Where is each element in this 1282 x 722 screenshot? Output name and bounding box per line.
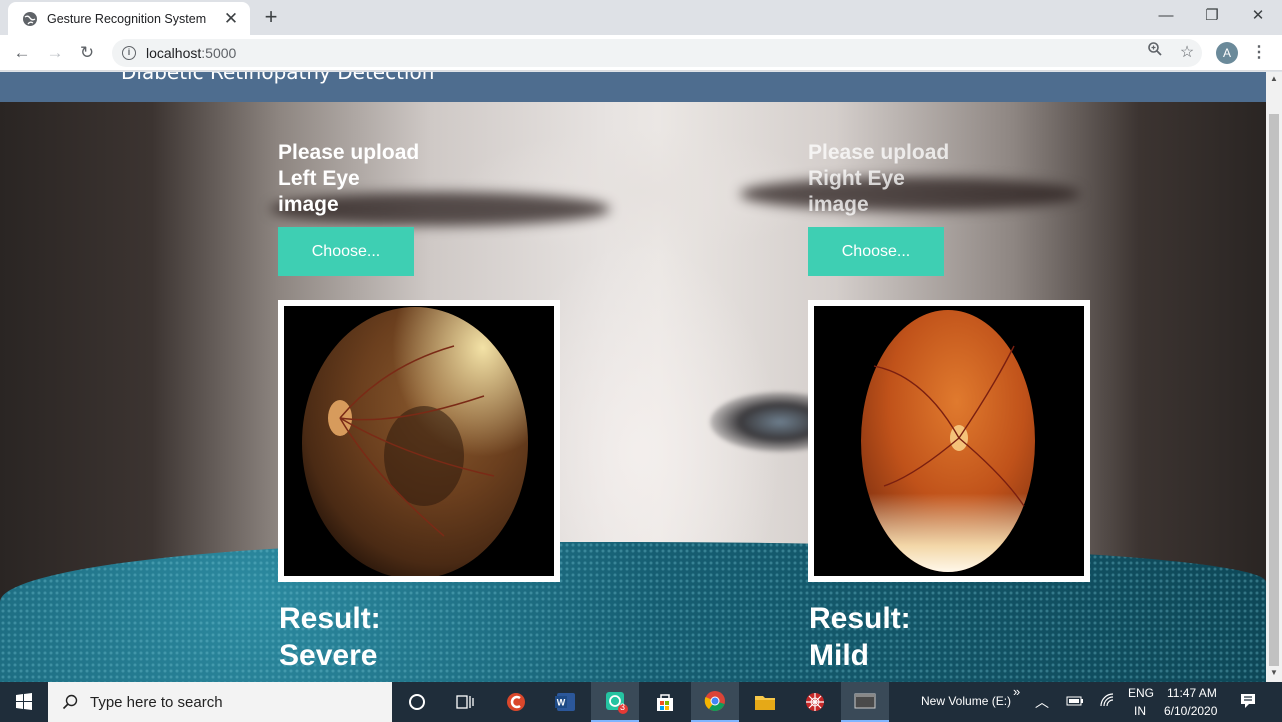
lang-bottom[interactable]: IN — [1134, 704, 1146, 718]
left-fundus-image — [302, 307, 528, 579]
page-viewport: Diabetic Retinopathy Detection Please up… — [0, 72, 1266, 682]
site-info-icon[interactable]: i — [122, 46, 136, 60]
tab-title: Gesture Recognition System — [47, 11, 207, 26]
scrollbar-thumb[interactable] — [1269, 114, 1279, 666]
right-result-value: Mild — [809, 639, 869, 672]
page-title: Diabetic Retinopathy Detection — [121, 72, 435, 84]
task-view-icon[interactable] — [441, 682, 489, 722]
left-choose-button[interactable]: Choose... — [278, 227, 414, 276]
left-eye-prompt: Please upload Left Eye image — [278, 140, 438, 218]
terminal-icon[interactable] — [841, 682, 889, 722]
svg-text:W: W — [557, 698, 566, 708]
cortana-icon[interactable] — [393, 682, 441, 722]
page-header: Diabetic Retinopathy Detection — [0, 72, 1266, 102]
forward-icon[interactable]: → — [42, 40, 68, 66]
start-button[interactable] — [0, 682, 48, 722]
left-result-label: Result: — [279, 602, 381, 635]
browser-tab[interactable]: Gesture Recognition System ✕ — [8, 2, 250, 35]
file-explorer-icon[interactable] — [741, 682, 789, 722]
notification-badge: 3 — [620, 702, 626, 712]
address-bar[interactable]: i localhost :5000 — [112, 39, 1202, 67]
left-eye-preview — [278, 300, 560, 582]
menu-kebab-icon[interactable]: ⋮ — [1246, 40, 1272, 66]
scroll-down-icon[interactable]: ▼ — [1269, 668, 1279, 680]
page-scrollbar[interactable]: ▲ ▼ — [1266, 72, 1282, 682]
wifi-icon[interactable] — [1099, 692, 1115, 711]
new-tab-button[interactable]: + — [258, 4, 284, 30]
prompt-line: Please upload — [808, 141, 950, 164]
tray-expand-icon[interactable]: ︿ — [1035, 692, 1049, 712]
back-icon[interactable]: ← — [9, 40, 35, 66]
left-result-value: Severe — [279, 639, 378, 672]
drive-label[interactable]: New Volume (E:) — [921, 694, 1011, 708]
window-close-icon[interactable]: ✕ — [1235, 0, 1281, 32]
right-eye-prompt: Please upload Right Eye image — [808, 140, 968, 218]
prompt-line: Right Eye — [808, 167, 905, 190]
prompt-line: image — [808, 193, 869, 216]
clock-time[interactable]: 11:47 AM — [1167, 686, 1217, 700]
action-center-icon[interactable] — [1240, 693, 1256, 712]
scroll-up-icon[interactable]: ▲ — [1269, 74, 1279, 86]
ccleaner-icon[interactable] — [492, 682, 540, 722]
battery-icon[interactable] — [1066, 695, 1084, 709]
browser-toolbar: ← → ↻ i localhost :5000 ☆ A ⋮ — [0, 35, 1282, 71]
right-result: Result: Mild — [809, 600, 911, 674]
tab-close-icon[interactable]: ✕ — [222, 9, 240, 29]
overflow-chevron-icon[interactable]: » — [1013, 684, 1020, 699]
whatsapp-icon[interactable]: 3 — [591, 682, 639, 722]
right-choose-button[interactable]: Choose... — [808, 227, 944, 276]
spider-app-icon[interactable] — [791, 682, 839, 722]
profile-avatar[interactable]: A — [1216, 42, 1238, 64]
search-placeholder: Type here to search — [90, 693, 223, 711]
tab-strip: Gesture Recognition System ✕ + — ❐ ✕ — [0, 0, 1282, 35]
zoom-icon[interactable] — [1142, 40, 1168, 66]
windows-taskbar: Type here to search W 3 New Volume (E:) … — [0, 682, 1282, 722]
windows-logo-icon — [16, 693, 32, 710]
url-host: localhost — [146, 45, 202, 61]
prompt-line: Please upload — [278, 141, 420, 164]
right-eye-preview — [808, 300, 1090, 582]
left-result: Result: Severe — [279, 600, 381, 674]
prompt-line: image — [278, 193, 339, 216]
url-port: :5000 — [201, 45, 237, 61]
lang-top[interactable]: ENG — [1128, 686, 1154, 700]
store-icon[interactable] — [641, 682, 689, 722]
reload-icon[interactable]: ↻ — [74, 40, 100, 66]
prompt-line: Left Eye — [278, 167, 360, 190]
clock-date[interactable]: 6/10/2020 — [1164, 704, 1217, 718]
right-fundus-image — [861, 310, 1035, 572]
left-eye-upload: Please upload Left Eye image Choose... — [278, 140, 578, 276]
minimize-icon[interactable]: — — [1143, 0, 1189, 32]
chrome-icon[interactable] — [691, 682, 739, 722]
right-result-label: Result: — [809, 602, 911, 635]
bookmark-star-icon[interactable]: ☆ — [1174, 40, 1200, 66]
restore-icon[interactable]: ❐ — [1189, 0, 1235, 32]
word-icon[interactable]: W — [541, 682, 589, 722]
right-eye-upload: Please upload Right Eye image Choose... — [808, 140, 1108, 276]
globe-icon — [23, 11, 37, 26]
taskbar-search[interactable]: Type here to search — [48, 682, 392, 722]
search-icon — [62, 694, 78, 710]
